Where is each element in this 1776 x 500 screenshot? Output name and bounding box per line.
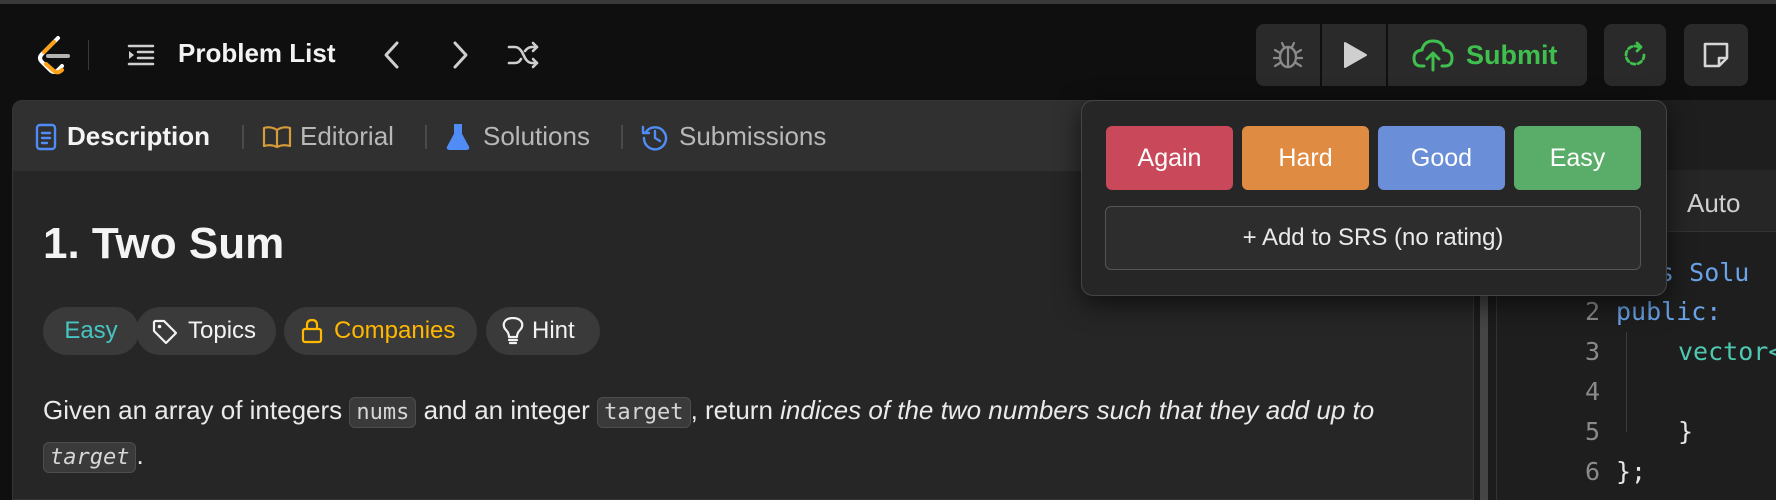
shuffle-icon[interactable] <box>506 38 540 72</box>
tab-solutions-label: Solutions <box>483 121 590 151</box>
logo-divider <box>88 40 89 70</box>
desc-emphasis: indices of the two numbers such that the… <box>780 395 1375 425</box>
next-problem-icon[interactable] <box>448 38 472 72</box>
refresh-icon <box>1624 41 1646 66</box>
hint-chip[interactable]: Hint <box>486 307 600 355</box>
tab-description-label: Description <box>67 121 211 151</box>
desc-text: and an integer <box>416 395 598 425</box>
run-button[interactable] <box>1322 24 1386 86</box>
difficulty-badge: Easy <box>43 307 139 355</box>
note-icon <box>1703 42 1729 68</box>
problem-title: 1. Two Sum <box>43 219 285 268</box>
rate-again-button[interactable]: Again <box>1106 126 1233 190</box>
play-icon <box>1344 42 1367 68</box>
run-submit-group: Submit <box>1256 24 1587 86</box>
bug-icon <box>1272 41 1304 69</box>
topics-chip[interactable]: Topics <box>136 307 276 355</box>
book-icon <box>262 126 292 149</box>
refresh-button[interactable] <box>1604 24 1666 86</box>
tab-separator <box>425 125 427 149</box>
rate-good-button[interactable]: Good <box>1378 126 1505 190</box>
notes-button[interactable] <box>1684 24 1748 86</box>
desc-text: . <box>136 440 144 470</box>
submit-label: Submit <box>1466 40 1558 70</box>
history-icon <box>641 125 668 151</box>
add-to-srs-button[interactable]: + Add to SRS (no rating) <box>1105 206 1641 270</box>
srs-rating-popup: Again Hard Good Easy + Add to SRS (no ra… <box>1081 100 1667 296</box>
debug-button[interactable] <box>1256 24 1320 86</box>
inline-code: target <box>43 442 137 473</box>
companies-label: Companies <box>334 317 456 344</box>
document-icon <box>35 123 57 151</box>
lightbulb-icon <box>502 317 524 345</box>
leetcode-logo-icon[interactable] <box>34 34 74 76</box>
desc-text: Given an array of integers <box>43 395 350 425</box>
desc-text: , return <box>690 395 781 425</box>
lock-icon <box>301 318 323 344</box>
tab-separator <box>242 125 244 149</box>
inline-code: target <box>597 397 691 428</box>
tab-separator <box>621 125 623 149</box>
inline-code: nums <box>349 397 417 428</box>
previous-problem-icon[interactable] <box>380 38 404 72</box>
cloud-upload-icon <box>1412 39 1454 72</box>
rate-easy-button[interactable]: Easy <box>1514 126 1641 190</box>
tab-submissions-label: Submissions <box>679 121 827 151</box>
hint-label: Hint <box>532 317 575 344</box>
flask-icon <box>446 124 470 150</box>
tab-editorial-label: Editorial <box>300 121 394 151</box>
companies-chip[interactable]: Companies <box>284 307 477 355</box>
problem-list-link[interactable]: Problem List <box>178 38 335 69</box>
rate-hard-button[interactable]: Hard <box>1242 126 1369 190</box>
topics-label: Topics <box>188 317 257 344</box>
tag-icon <box>152 319 178 345</box>
submit-button[interactable]: Submit <box>1388 24 1587 86</box>
problem-description: Given an array of integers nums and an i… <box>43 389 1443 479</box>
top-navbar: Problem List Submit <box>0 0 1776 100</box>
language-auto-label[interactable]: Auto <box>1687 188 1741 219</box>
problem-list-icon[interactable] <box>126 40 156 70</box>
